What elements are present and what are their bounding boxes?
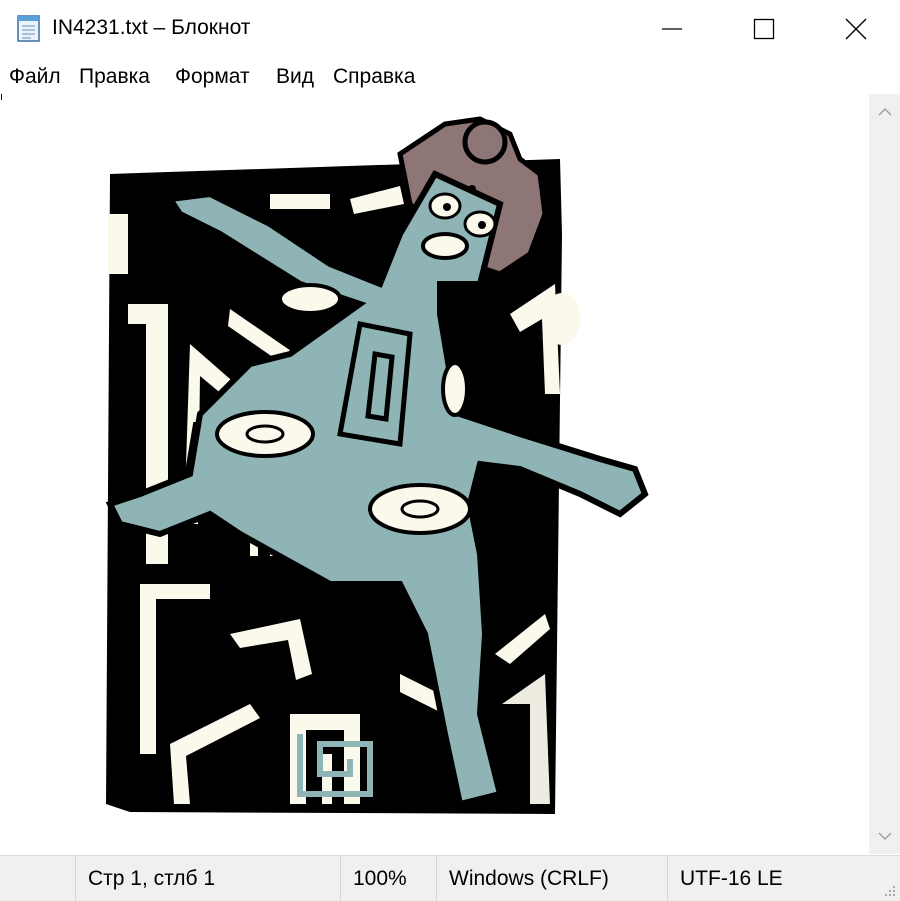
scroll-down-button[interactable]	[869, 818, 900, 854]
menu-file[interactable]: Файл	[9, 63, 61, 91]
notepad-icon	[17, 15, 40, 42]
status-zoom: 100%	[340, 856, 436, 901]
minimize-icon	[662, 28, 682, 30]
menu-bar: Файл Правка Формат Вид Справка	[0, 60, 900, 94]
minimize-button[interactable]	[626, 0, 718, 58]
maximize-icon	[753, 18, 775, 40]
menu-edit[interactable]: Правка	[79, 63, 150, 91]
vertical-scrollbar[interactable]	[869, 94, 900, 854]
tribal-figure-artwork	[105, 116, 649, 814]
status-spacer	[0, 856, 70, 901]
scroll-up-button[interactable]	[869, 94, 900, 130]
status-encoding: UTF-16 LE	[667, 856, 900, 901]
text-caret	[1, 94, 2, 100]
resize-grip-icon[interactable]	[882, 883, 896, 897]
menu-help[interactable]: Справка	[333, 63, 415, 91]
close-icon	[845, 18, 867, 40]
status-bar: Стр 1, стлб 1 100% Windows (CRLF) UTF-16…	[0, 855, 900, 901]
title-bar: IN4231.txt – Блокнот	[0, 0, 900, 58]
status-line-endings: Windows (CRLF)	[436, 856, 667, 901]
menu-view[interactable]: Вид	[276, 63, 314, 91]
text-editor-area[interactable]	[0, 94, 869, 854]
window-title: IN4231.txt – Блокнот	[52, 16, 251, 39]
chevron-down-icon	[877, 832, 892, 841]
chevron-up-icon	[877, 107, 892, 116]
maximize-button[interactable]	[718, 0, 810, 58]
status-cursor-position: Стр 1, стлб 1	[75, 856, 340, 901]
close-button[interactable]	[810, 0, 900, 58]
menu-format[interactable]: Формат	[175, 63, 250, 91]
